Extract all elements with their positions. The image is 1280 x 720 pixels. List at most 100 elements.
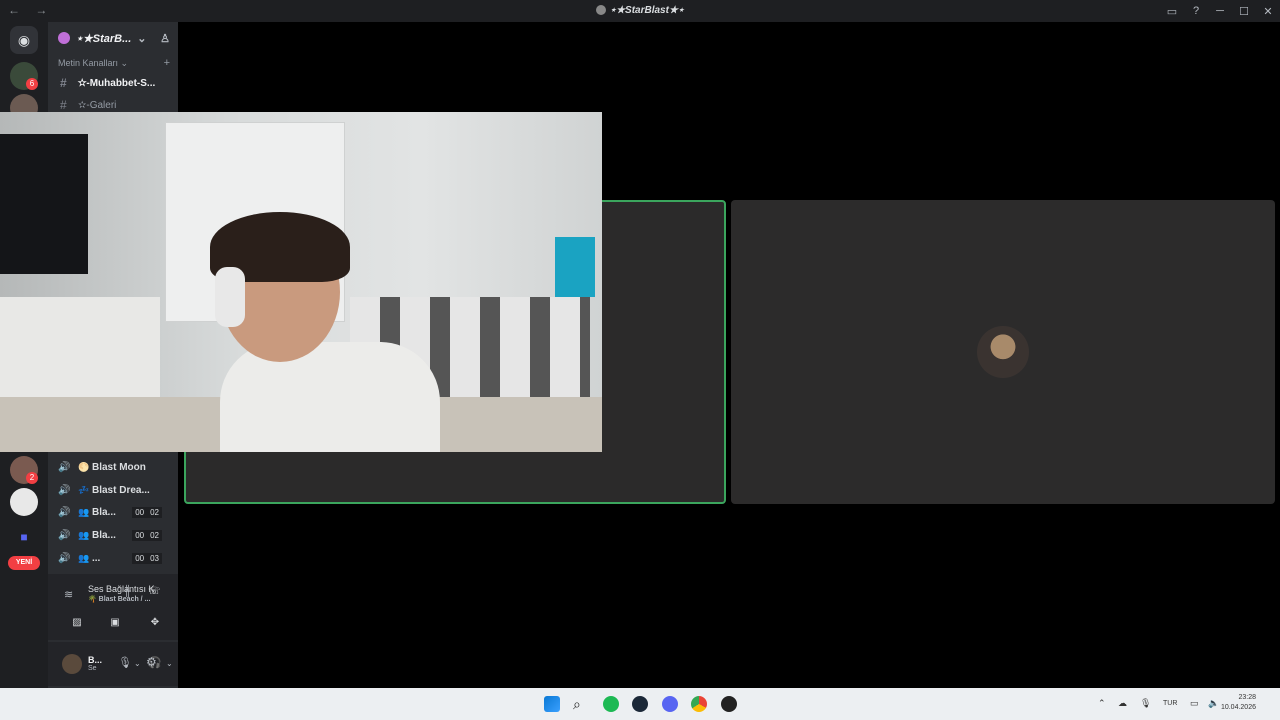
volume-icon[interactable]: 🔈 bbox=[1208, 698, 1219, 709]
voice-status-title[interactable]: Ses Bağlantısı K bbox=[88, 584, 155, 594]
count-current: 00 bbox=[132, 552, 148, 564]
channel-name: Blast Drea... bbox=[92, 484, 150, 496]
network-icon[interactable]: ▭ bbox=[1190, 698, 1199, 709]
settings-gear-icon[interactable]: ⚙ bbox=[146, 655, 157, 669]
count-limit: 02 bbox=[147, 529, 162, 541]
voice-channel[interactable]: 🔊 🌕 Blast Moon bbox=[58, 458, 176, 476]
maximize-button[interactable]: ☐ bbox=[1232, 5, 1256, 18]
count-current: 00 bbox=[132, 506, 148, 518]
discord-icon[interactable] bbox=[662, 696, 678, 712]
voice-status-channel[interactable]: 🌴 Blast Beach / ... bbox=[88, 595, 150, 603]
channel-name: ... bbox=[92, 552, 101, 564]
channel-emoji: 👥 bbox=[78, 553, 90, 563]
speaker-icon: 🔊 bbox=[58, 484, 71, 496]
language-indicator[interactable]: TUR bbox=[1163, 700, 1177, 707]
chevron-down-icon[interactable]: ⌄ bbox=[166, 659, 173, 668]
start-icon[interactable] bbox=[544, 696, 560, 712]
inbox-icon[interactable]: ▭ bbox=[1160, 5, 1184, 18]
user-status: Se bbox=[88, 665, 97, 672]
voice-connection-panel: ≋ Ses Bağlantısı K 🌴 Blast Beach / ... ╫… bbox=[48, 574, 197, 640]
spotify-icon[interactable] bbox=[603, 696, 619, 712]
voice-channel[interactable]: 🔊 👥 Bla... 00 02 bbox=[58, 526, 176, 544]
app-icon[interactable] bbox=[721, 696, 737, 712]
clock-date: 10.04.2026 bbox=[1220, 704, 1256, 711]
speaker-icon: 🔊 bbox=[58, 552, 71, 564]
notification-badge: 6 bbox=[26, 78, 38, 90]
signal-icon: ≋ bbox=[64, 589, 74, 601]
steam-icon[interactable] bbox=[632, 696, 648, 712]
speaker-icon: 🔊 bbox=[58, 506, 71, 518]
new-badge[interactable]: YENİ bbox=[8, 556, 40, 570]
window-controls: ▭ ? ─ ☐ ✕ bbox=[1160, 0, 1280, 22]
tray-overflow-icon[interactable]: ⌃ bbox=[1098, 698, 1106, 709]
clock-time: 23:28 bbox=[1238, 694, 1256, 701]
user-count: 00 03 bbox=[132, 552, 162, 564]
help-icon[interactable]: ? bbox=[1184, 5, 1208, 17]
user-panel: B... Se 🎙 ⌄ 🎧 ⌄ bbox=[48, 642, 178, 686]
channel-name: Bla... bbox=[92, 506, 116, 518]
mic-tray-icon[interactable]: 🎙 bbox=[1140, 698, 1151, 709]
close-button[interactable]: ✕ bbox=[1256, 5, 1280, 18]
voice-channel[interactable]: 🔊 💤 Blast Drea... bbox=[58, 481, 176, 499]
category-label: Metin Kanalları bbox=[58, 58, 119, 68]
count-limit: 02 bbox=[147, 506, 162, 518]
server-icon bbox=[595, 5, 606, 16]
person-shirt bbox=[220, 342, 440, 452]
channel-name: ✫-Muhabbet-S... bbox=[78, 77, 156, 89]
server-icon[interactable] bbox=[10, 488, 38, 516]
title-bar: ← → ⋆★StarBlast★⋆ ▭ ? ─ ☐ ✕ bbox=[0, 0, 1280, 22]
channel-name: Bla... bbox=[92, 529, 116, 541]
webcam-tv bbox=[0, 134, 88, 274]
cloud-icon[interactable]: ☁ bbox=[1118, 698, 1127, 709]
speaker-icon: 🔊 bbox=[58, 529, 71, 541]
headphones-graphic bbox=[215, 267, 245, 327]
webcam-overlay bbox=[0, 112, 602, 452]
webcam-cushion bbox=[555, 237, 595, 297]
search-icon[interactable]: ⌕ bbox=[573, 696, 589, 712]
discord-home-icon[interactable]: ◉ bbox=[10, 26, 38, 54]
chevron-down-icon[interactable]: ⌄ bbox=[134, 659, 141, 668]
voice-channel[interactable]: 🔊 👥... 00 03 bbox=[58, 549, 176, 567]
username[interactable]: B... bbox=[88, 655, 102, 665]
channel-emoji: 💤 bbox=[78, 485, 90, 495]
count-limit: 03 bbox=[147, 552, 162, 564]
hash-icon: # bbox=[60, 76, 67, 90]
disconnect-icon[interactable]: ☏ bbox=[148, 586, 161, 597]
category-header[interactable]: Metin Kanalları ⌄ + bbox=[58, 57, 170, 69]
voice-channel[interactable]: 🔊 👥 Bla... 00 02 bbox=[58, 503, 176, 521]
minimize-button[interactable]: ─ bbox=[1208, 5, 1232, 17]
count-current: 00 bbox=[132, 529, 148, 541]
clock[interactable]: 23:28 10.04.2026 bbox=[1221, 693, 1256, 713]
user-count: 00 02 bbox=[132, 529, 162, 541]
invite-icon[interactable]: ♙ bbox=[160, 32, 170, 45]
add-channel-icon[interactable]: + bbox=[164, 57, 170, 69]
windows-taskbar: ⌕ ⌃ ☁ 🎙 TUR ▭ 🔈 23:28 10.04.2026 bbox=[0, 688, 1280, 720]
chrome-icon[interactable] bbox=[691, 696, 707, 712]
window-title-text: ⋆★StarBlast★⋆ bbox=[609, 5, 685, 16]
channel-emoji: 👥 bbox=[78, 530, 90, 540]
guild-header[interactable]: ⋆★StarB... ⌄ ♙ bbox=[48, 22, 178, 54]
microphone-icon[interactable]: 🎙 bbox=[118, 656, 132, 669]
noise-suppression-icon[interactable]: ╫ bbox=[124, 586, 131, 597]
guild-icon bbox=[58, 32, 70, 44]
speaker-icon: 🔊 bbox=[58, 461, 71, 473]
participant-avatar bbox=[977, 326, 1029, 378]
window-title: ⋆★StarBlast★⋆ bbox=[0, 5, 1280, 16]
activities-icon[interactable]: ✥ bbox=[142, 614, 168, 632]
avatar[interactable] bbox=[62, 654, 82, 674]
video-tile[interactable] bbox=[731, 200, 1275, 504]
user-count: 00 02 bbox=[132, 506, 162, 518]
hash-icon: # bbox=[60, 98, 67, 112]
channel-emoji: 👥 bbox=[78, 507, 90, 517]
folder-icon[interactable]: ■ bbox=[14, 530, 34, 548]
text-channel[interactable]: # ✫-Muhabbet-S... bbox=[60, 74, 172, 92]
screen-share-icon[interactable]: ▣ bbox=[102, 614, 128, 632]
channel-name: Blast Moon bbox=[92, 461, 146, 473]
channel-name: ✫-Galeri bbox=[78, 99, 117, 111]
notification-badge: 2 bbox=[26, 472, 38, 484]
camera-off-icon[interactable]: ▨ bbox=[64, 614, 90, 632]
guild-name: ⋆★StarB... bbox=[76, 32, 132, 45]
webcam-person bbox=[190, 212, 440, 452]
channel-emoji: 🌕 bbox=[78, 462, 90, 472]
chevron-down-icon: ⌄ bbox=[137, 32, 147, 45]
